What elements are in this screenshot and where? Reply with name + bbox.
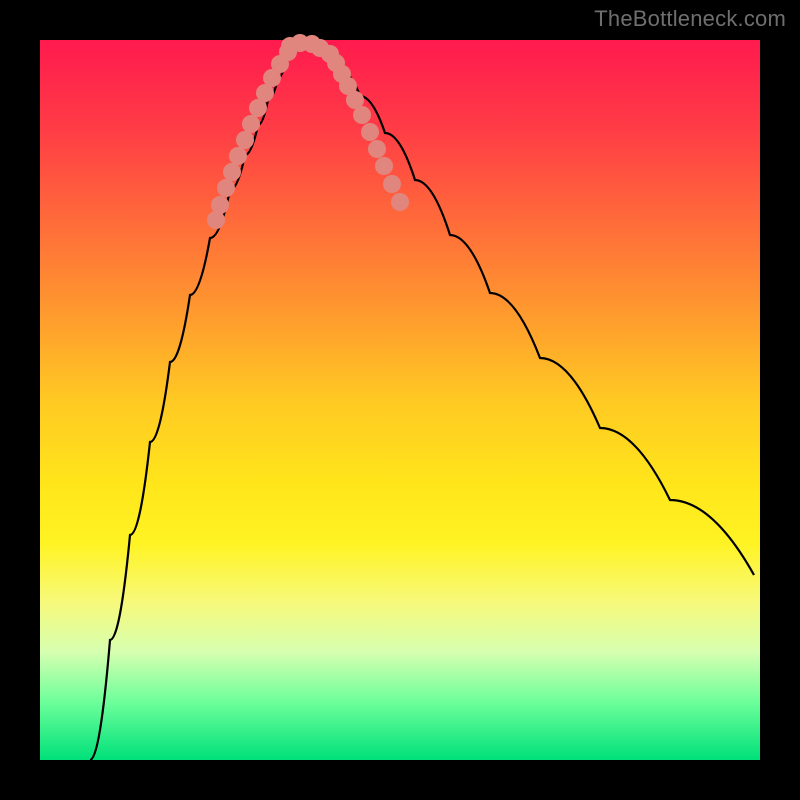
data-dot [383, 175, 401, 193]
data-dot [242, 115, 260, 133]
data-dots [207, 34, 409, 229]
data-dot [236, 131, 254, 149]
data-dot [229, 147, 247, 165]
data-dot [353, 106, 371, 124]
chart-frame: TheBottleneck.com [0, 0, 800, 800]
data-dot [391, 193, 409, 211]
data-dot [375, 157, 393, 175]
chart-overlay [40, 40, 760, 760]
data-dot [217, 179, 235, 197]
data-dot [368, 140, 386, 158]
watermark-text: TheBottleneck.com [594, 6, 786, 32]
plot-area [40, 40, 760, 760]
data-dot [361, 123, 379, 141]
data-dot [211, 196, 229, 214]
curve-right-branch [300, 43, 754, 575]
curve-left-branch [90, 43, 300, 760]
data-dot [223, 163, 241, 181]
